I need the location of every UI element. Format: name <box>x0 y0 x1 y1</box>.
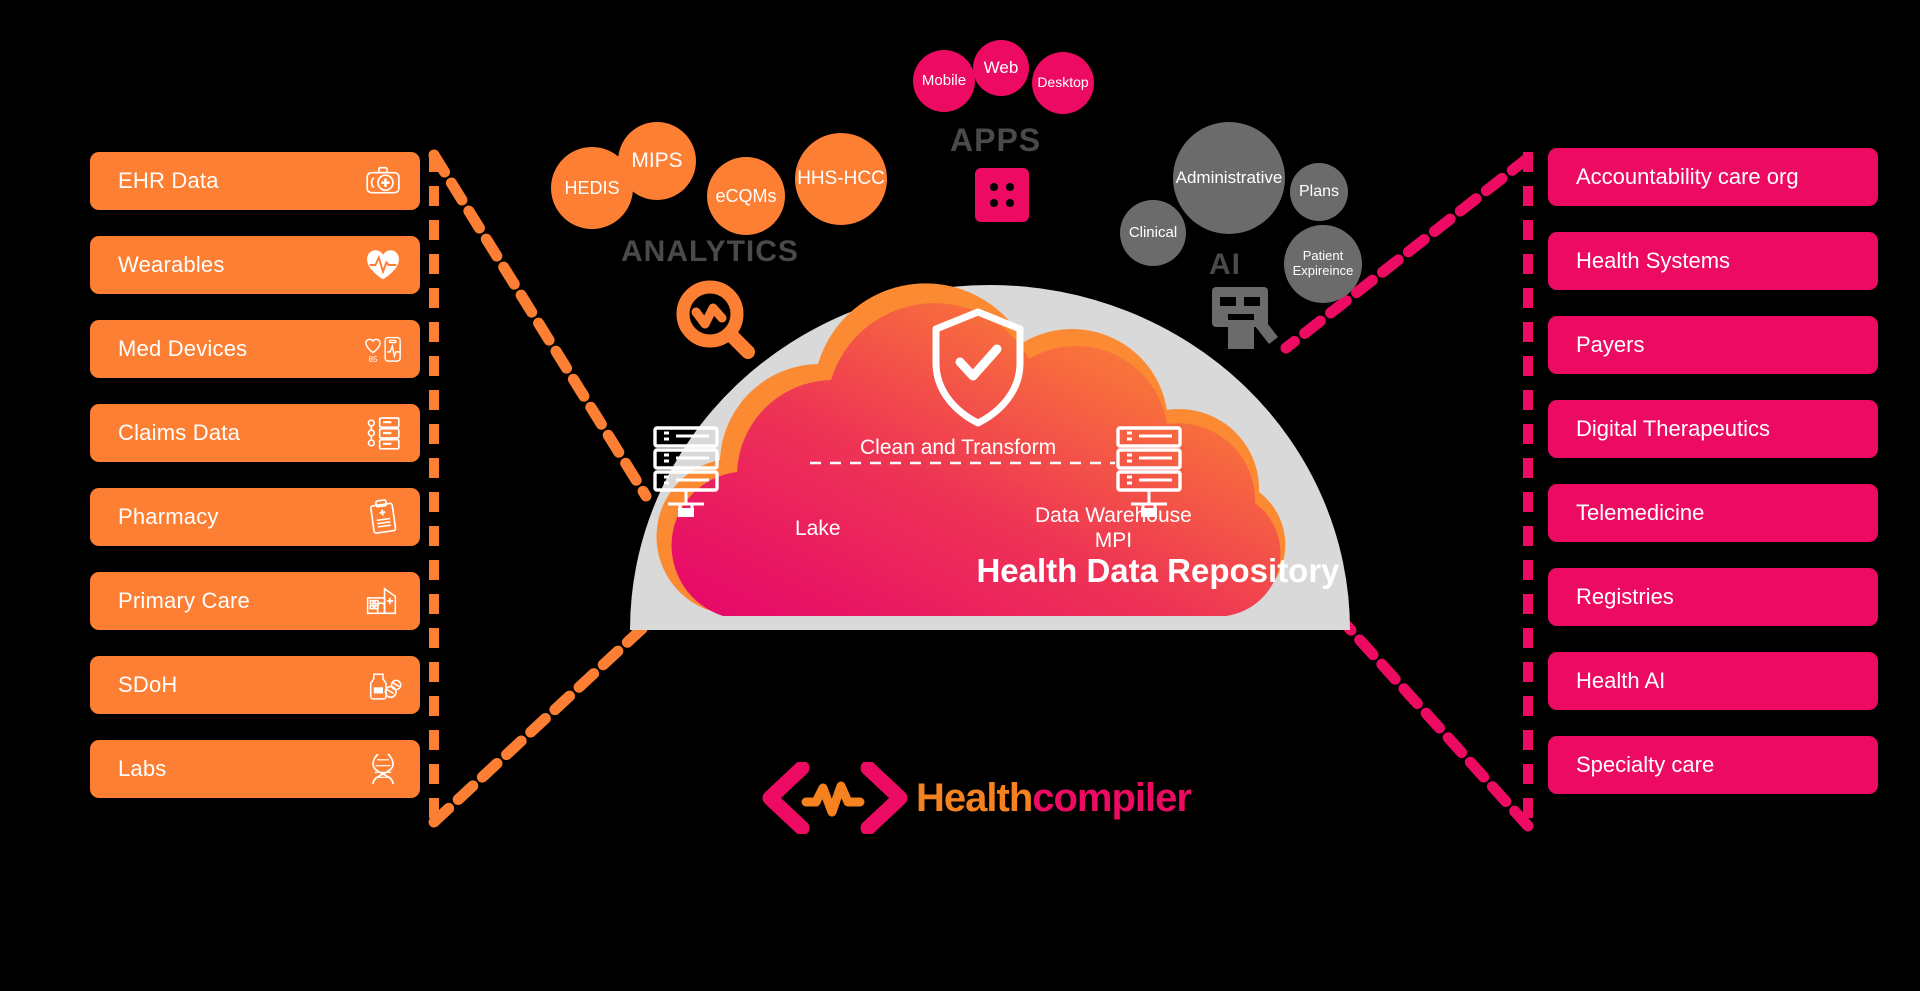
heart-monitor-icon: 85 <box>360 326 406 372</box>
source-button-claims-data[interactable]: Claims Data <box>90 404 420 462</box>
source-button-sdoh[interactable]: SDoH <box>90 656 420 714</box>
diagram-canvas: EHR Data Wearables Med Devices 85 Claims… <box>0 0 1920 991</box>
cloud-title: Health Data Repository <box>0 552 1920 590</box>
consumer-button-specialty-care[interactable]: Specialty care <box>1548 736 1878 794</box>
apps-bubble-web[interactable]: Web <box>973 40 1029 96</box>
source-label: Primary Care <box>118 588 250 613</box>
clean-and-transform-label: Clean and Transform <box>860 436 1057 459</box>
consumer-label: Payers <box>1576 332 1645 357</box>
claims-list-icon <box>360 410 406 456</box>
logo-word-health: Health <box>916 775 1033 820</box>
consumer-label: Accountability care org <box>1576 164 1799 189</box>
data-warehouse-line-2: MPI <box>1094 529 1133 553</box>
analytics-bubble-mips[interactable]: MIPS <box>618 122 696 200</box>
dna-icon <box>360 746 406 792</box>
analytics-bubble-ecqms[interactable]: eCQMs <box>707 157 785 235</box>
source-button-wearables[interactable]: Wearables <box>90 236 420 294</box>
source-button-ehr-data[interactable]: EHR Data <box>90 152 420 210</box>
consumer-button-telemedicine[interactable]: Telemedicine <box>1548 484 1878 542</box>
apps-caption: APPS <box>950 122 1042 158</box>
consumer-button-health-systems[interactable]: Health Systems <box>1548 232 1878 290</box>
logo-word-compiler: compiler <box>1032 775 1192 820</box>
data-sources-list: EHR Data Wearables Med Devices 85 Claims… <box>90 152 420 824</box>
lake-label: Lake <box>795 517 841 540</box>
cloud-title-text: Health Data Repository <box>976 552 1340 589</box>
data-warehouse-line-1: Data Warehouse <box>1035 504 1192 527</box>
consumer-label: Telemedicine <box>1576 500 1705 525</box>
heart-pulse-icon <box>360 242 406 288</box>
source-button-pharmacy[interactable]: Pharmacy <box>90 488 420 546</box>
data-warehouse-label: Data Warehouse MPI <box>1035 503 1192 553</box>
medical-kit-icon <box>360 158 406 204</box>
source-button-labs[interactable]: Labs <box>90 740 420 798</box>
source-button-med-devices[interactable]: Med Devices 85 <box>90 320 420 378</box>
apps-grid-icon <box>975 168 1029 222</box>
source-label: Med Devices <box>118 336 248 361</box>
source-label: Pharmacy <box>118 504 219 529</box>
consumer-label: Digital Therapeutics <box>1576 416 1771 441</box>
code-pulse-logo-icon <box>760 760 910 836</box>
consumer-label: Health Systems <box>1576 248 1731 273</box>
ai-bubble-administrative[interactable]: Administrative <box>1173 122 1285 234</box>
bottle-pills-icon <box>360 662 406 708</box>
healthcompiler-logo: Healthcompiler <box>760 760 1200 836</box>
consumer-label: Specialty care <box>1576 752 1715 777</box>
consumer-button-health-ai[interactable]: Health AI <box>1548 652 1878 710</box>
svg-text:85: 85 <box>369 355 378 364</box>
source-label: SDoH <box>118 672 178 697</box>
consumer-button-payers[interactable]: Payers <box>1548 316 1878 374</box>
source-label: Labs <box>118 756 167 781</box>
source-label: Claims Data <box>118 420 241 445</box>
source-label: EHR Data <box>118 168 219 193</box>
source-label: Wearables <box>118 252 225 277</box>
consumer-button-accountability-care-org[interactable]: Accountability care org <box>1548 148 1878 206</box>
consumers-list: Accountability care org Health Systems P… <box>1548 148 1878 820</box>
apps-bubble-mobile[interactable]: Mobile <box>913 50 975 112</box>
apps-bubble-desktop[interactable]: Desktop <box>1032 52 1094 114</box>
ai-bubble-plans[interactable]: Plans <box>1290 163 1348 221</box>
analytics-bubble-hhs-hcc[interactable]: HHS-HCC <box>795 133 887 225</box>
consumer-label: Health AI <box>1576 668 1666 693</box>
consumer-button-digital-therapeutics[interactable]: Digital Therapeutics <box>1548 400 1878 458</box>
clipboard-rx-icon <box>360 494 406 540</box>
